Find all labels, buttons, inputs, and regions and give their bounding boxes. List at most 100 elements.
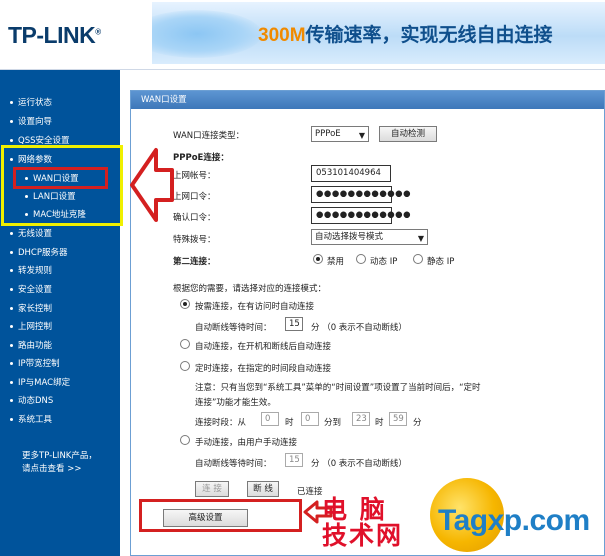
sidebar-item-wireless[interactable]: 无线设置 xyxy=(10,227,52,239)
bullet-icon xyxy=(10,120,13,123)
sidebar-item-label: IP与MAC绑定 xyxy=(18,378,71,388)
conn-type-select[interactable]: PPPoE ▼ xyxy=(311,126,369,142)
second-conn-disabled-label: 禁用 xyxy=(327,257,345,267)
period-label: 连接时段：从 xyxy=(195,418,247,428)
sidebar-item-dhcp[interactable]: DHCP服务器 xyxy=(10,246,68,258)
idle-time-suffix: 分 （0 表示不自动断线） xyxy=(311,323,407,333)
more-products-link[interactable]: 更多TP-LINK产品， 请点击查看 >> xyxy=(22,450,97,476)
sidebar-item-label: 设置向导 xyxy=(18,117,53,127)
wan-item-highlight-box xyxy=(13,167,108,189)
idle-time-label-2: 自动断线等待时间： xyxy=(195,459,272,469)
period-from-hour-input[interactable]: 0 xyxy=(261,412,279,426)
chevron-down-icon: ▼ xyxy=(358,131,365,140)
sidebar-item-label: 无线设置 xyxy=(18,229,53,239)
header-banner: 300M传输速率，实现无线自由连接 xyxy=(152,2,605,64)
account-input[interactable]: 053101404964 xyxy=(311,165,391,182)
sidebar-item-label: 转发规则 xyxy=(18,266,53,276)
banner-text: 传输速率，实现无线自由连接 xyxy=(305,25,553,46)
watermark-en: Tagxp.com xyxy=(438,504,590,537)
mode-ondemand-radio[interactable] xyxy=(180,299,190,309)
watermark-cn-line2: 技术网 xyxy=(322,521,404,550)
confirm-password-input[interactable]: ●●●●●●●●●●●● xyxy=(311,207,411,224)
idle-time-input[interactable]: 15 xyxy=(285,317,303,331)
conn-type-label: WAN口连接类型： xyxy=(173,131,245,141)
bullet-icon xyxy=(10,232,13,235)
sidebar-item-label: 上网控制 xyxy=(18,322,53,332)
period-hour-unit: 时 xyxy=(285,418,294,428)
sidebar-item-label: DHCP服务器 xyxy=(18,248,68,258)
second-conn-static-label: 静态 IP xyxy=(427,257,455,267)
period-from-minute-input[interactable]: 0 xyxy=(301,412,319,426)
period-to-hour-input[interactable]: 23 xyxy=(352,412,370,426)
tp-link-logo: TP-LINK® xyxy=(8,22,101,49)
dial-mode-value: 自动选择拨号模式 xyxy=(315,232,384,242)
sidebar-item-label: 安全设置 xyxy=(18,285,53,295)
period-minute-unit: 分 xyxy=(413,418,422,428)
connect-button[interactable]: 连 接 xyxy=(195,481,229,497)
sidebar-item-bandwidth[interactable]: IP带宽控制 xyxy=(10,357,60,369)
bullet-icon xyxy=(10,139,13,142)
logo-text: TP-LINK xyxy=(8,22,96,48)
idle-time-label: 自动断线等待时间： xyxy=(195,323,272,333)
chevron-down-icon: ▼ xyxy=(417,234,424,243)
connection-status: 已连接 xyxy=(297,487,323,497)
bullet-icon xyxy=(10,325,13,328)
sidebar-item-status[interactable]: 运行状态 xyxy=(10,96,52,108)
sidebar-item-label: 路由功能 xyxy=(18,341,53,351)
sidebar-item-forwarding[interactable]: 转发规则 xyxy=(10,264,52,276)
period-to-minute-input[interactable]: 59 xyxy=(389,412,407,426)
mode-timed-radio[interactable] xyxy=(180,361,190,371)
second-conn-dynamic-radio[interactable] xyxy=(356,254,366,264)
watermark-cn: 电 脑 技术网 xyxy=(322,497,403,549)
bullet-icon xyxy=(10,251,13,254)
sidebar-item-wizard[interactable]: 设置向导 xyxy=(10,115,52,127)
dial-mode-label: 特殊拨号： xyxy=(173,235,216,245)
sidebar-item-security[interactable]: 安全设置 xyxy=(10,283,52,295)
disconnect-button[interactable]: 断 线 xyxy=(247,481,279,497)
mode-auto-radio[interactable] xyxy=(180,339,190,349)
header: TP-LINK® 300M传输速率，实现无线自由连接 xyxy=(0,0,605,70)
bullet-icon xyxy=(10,344,13,347)
dial-mode-select[interactable]: 自动选择拨号模式 ▼ xyxy=(311,229,428,245)
mode-manual-label: 手动连接，由用户手动连接 xyxy=(195,438,298,448)
sidebar-item-ddns[interactable]: 动态DNS xyxy=(10,394,53,406)
password-label: 上网口令： xyxy=(173,192,216,202)
sidebar: 运行状态 设置向导 QSS安全设置 网络参数 WAN口设置 LAN口设置 MAC… xyxy=(0,70,120,556)
auto-detect-button[interactable]: 自动检测 xyxy=(379,126,437,142)
pppoe-heading: PPPoE连接： xyxy=(173,153,229,163)
sidebar-item-access-control[interactable]: 上网控制 xyxy=(10,320,52,332)
logo-registered-mark: ® xyxy=(95,27,101,37)
more-products-line1: 更多TP-LINK产品， xyxy=(22,451,97,461)
bullet-icon xyxy=(10,101,13,104)
mode-manual-radio[interactable] xyxy=(180,435,190,445)
second-conn-label: 第二连接： xyxy=(173,257,216,267)
advanced-settings-button[interactable]: 高级设置 xyxy=(163,509,248,527)
bullet-icon xyxy=(10,362,13,365)
sidebar-item-parental[interactable]: 家长控制 xyxy=(10,302,52,314)
bullet-icon xyxy=(10,399,13,402)
banner-speed: 300M xyxy=(258,25,306,46)
bullet-icon xyxy=(10,381,13,384)
period-hour-unit-2: 时 xyxy=(375,418,384,428)
account-label: 上网帐号： xyxy=(173,171,216,181)
idle-time-suffix-2: 分 （0 表示不自动断线） xyxy=(311,459,407,469)
idle-time-input-2[interactable]: 15 xyxy=(285,453,303,467)
password-input[interactable]: ●●●●●●●●●●●● xyxy=(311,186,411,203)
timed-note-line2: 连接”功能才能生效。 xyxy=(195,398,276,408)
confirm-password-label: 确认口令： xyxy=(173,213,216,223)
mode-prompt: 根据您的需要，请选择对应的连接模式： xyxy=(173,284,327,294)
sidebar-item-label: 动态DNS xyxy=(18,396,54,406)
second-conn-dynamic-label: 动态 IP xyxy=(370,257,398,267)
bullet-icon xyxy=(10,269,13,272)
bullet-icon xyxy=(10,288,13,291)
sidebar-item-label: 家长控制 xyxy=(18,304,53,314)
sidebar-item-label: IP带宽控制 xyxy=(18,359,60,369)
conn-type-value: PPPoE xyxy=(315,129,341,139)
wan-settings-panel: WAN口设置 WAN口连接类型： PPPoE ▼ 自动检测 PPPoE连接： 上网… xyxy=(130,90,605,556)
sidebar-item-ip-mac-binding[interactable]: IP与MAC绑定 xyxy=(10,376,70,388)
mode-ondemand-label: 按需连接，在有访问时自动连接 xyxy=(195,302,315,312)
sidebar-item-system-tools[interactable]: 系统工具 xyxy=(10,413,52,425)
second-conn-static-radio[interactable] xyxy=(413,254,423,264)
sidebar-item-routing[interactable]: 路由功能 xyxy=(10,339,52,351)
second-conn-disabled-radio[interactable] xyxy=(313,254,323,264)
